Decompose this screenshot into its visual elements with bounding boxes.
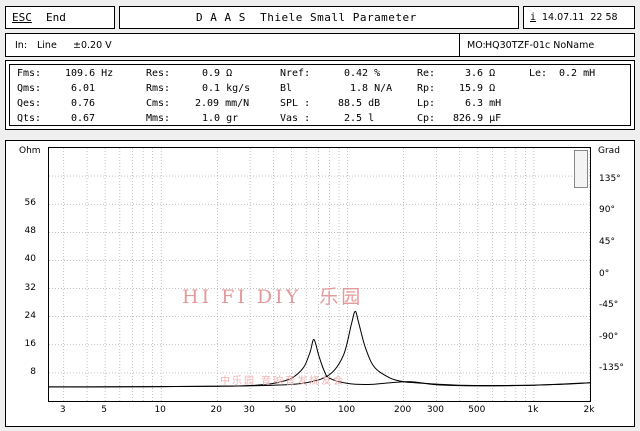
rp-label: Rp:: [417, 83, 436, 94]
x-tick-label: 300: [426, 405, 445, 415]
right-tick-label: 45°: [599, 236, 615, 247]
lp-value: 6.3 mH: [465, 98, 502, 109]
cms-label: Cms:: [146, 98, 171, 109]
x-tick-label: 2k: [583, 405, 595, 415]
mo-value[interactable]: HQ30TZF-01c NoName: [485, 40, 594, 52]
bl-value: 1.8 N/A: [350, 83, 393, 94]
right-tick-label: -45°: [599, 300, 619, 311]
nref-value: 0.42 %: [344, 68, 381, 79]
page-title: D A A S Thiele Small Parameter: [196, 11, 417, 24]
x-tick-label: 5: [101, 405, 107, 415]
re-value: 3.6 Ω: [465, 68, 496, 79]
x-tick-label: 100: [337, 405, 356, 415]
x-tick-label: 20: [210, 405, 222, 415]
left-tick-label: 16: [24, 338, 36, 349]
spl-label: SPL :: [280, 98, 311, 109]
left-axis-unit: Ohm: [19, 146, 41, 156]
qes-value: 0.76: [71, 98, 96, 109]
impedance-plot: [49, 148, 590, 401]
header-title-box: D A A S Thiele Small Parameter: [119, 6, 519, 29]
rms-label: Rms:: [146, 83, 171, 94]
end-label: End: [46, 11, 66, 24]
input-divider: [459, 34, 460, 56]
x-tick-label: 3: [59, 405, 66, 415]
mms-label: Mms:: [146, 113, 171, 124]
plot-area[interactable]: [48, 147, 591, 402]
left-tick-label: 40: [24, 254, 36, 265]
qts-value: 0.67: [71, 113, 96, 124]
right-tick-label: -135°: [599, 363, 624, 374]
params-panel: Fms: 109.6 Hz Qms: 6.01 Qes: 0.76 Qts: 0…: [5, 60, 635, 130]
res-label: Res:: [146, 68, 171, 79]
cp-label: Cp:: [417, 113, 436, 124]
qts-label: Qts:: [17, 113, 42, 124]
left-tick-label: 56: [24, 198, 36, 209]
x-tick-label: 50: [284, 405, 297, 415]
spl-value: 88.5 dB: [338, 98, 381, 109]
x-tick-label: 1k: [527, 405, 539, 415]
right-axis-unit: Grad: [598, 146, 620, 156]
input-level[interactable]: ±0.20 V: [73, 40, 112, 52]
left-tick-label: 24: [24, 310, 36, 321]
fms-value: 109.6 Hz: [65, 68, 114, 79]
esc-key[interactable]: ESC: [12, 12, 32, 24]
rp-value: 15.9 Ω: [459, 83, 496, 94]
x-tick-label: 200: [394, 405, 412, 415]
qes-label: Qes:: [17, 98, 42, 109]
rms-value: 0.1 kg/s: [202, 83, 251, 94]
scroll-marker[interactable]: [574, 150, 588, 188]
lp-label: Lp:: [417, 98, 436, 109]
cp-value: 826.9 µF: [453, 113, 502, 124]
mo-label: MO:: [467, 40, 486, 51]
re-label: Re:: [417, 68, 436, 79]
watermark-sub: 中乐园 音响音发烧友会: [220, 376, 346, 387]
input-bar: In: Line ±0.20 V MO: HQ30TZF-01c NoName: [5, 33, 635, 57]
fms-label: Fms:: [17, 68, 42, 79]
input-label: In:: [15, 40, 28, 51]
cms-value: 2.09 mm/N: [195, 98, 250, 109]
left-tick-label: 8: [30, 366, 36, 377]
info-key[interactable]: i: [530, 12, 536, 24]
right-tick-label: -90°: [599, 331, 619, 342]
vas-value: 2.5 l: [344, 113, 375, 124]
watermark-main: HI FI DIY 乐园: [182, 286, 364, 308]
right-tick-label: 135°: [599, 173, 621, 184]
bl-label: Bl: [280, 83, 293, 94]
le-value: 0.2 mH: [559, 68, 596, 79]
x-tick-label: 500: [468, 405, 486, 415]
mms-value: 1.0 gr: [202, 113, 239, 124]
qms-label: Qms:: [17, 83, 42, 94]
header-info-box[interactable]: i 14.07.11 22 58: [523, 6, 635, 29]
le-label: Le:: [529, 68, 548, 79]
qms-value: 6.01: [71, 83, 96, 94]
right-tick-label: 0°: [599, 268, 610, 279]
header-esc-box[interactable]: ESC End: [5, 6, 115, 29]
left-tick-label: 32: [24, 282, 36, 293]
datetime: 14.07.11 22 58: [542, 12, 618, 23]
res-value: 0.9 Ω: [202, 68, 233, 79]
right-tick-label: 90°: [599, 205, 615, 216]
vas-label: Vas :: [280, 113, 311, 124]
x-tick-label: 30: [243, 405, 255, 415]
left-tick-label: 48: [24, 226, 36, 237]
nref-label: Nref:: [280, 68, 311, 79]
input-value[interactable]: Line: [37, 40, 57, 52]
x-tick-label: 10: [154, 405, 166, 415]
